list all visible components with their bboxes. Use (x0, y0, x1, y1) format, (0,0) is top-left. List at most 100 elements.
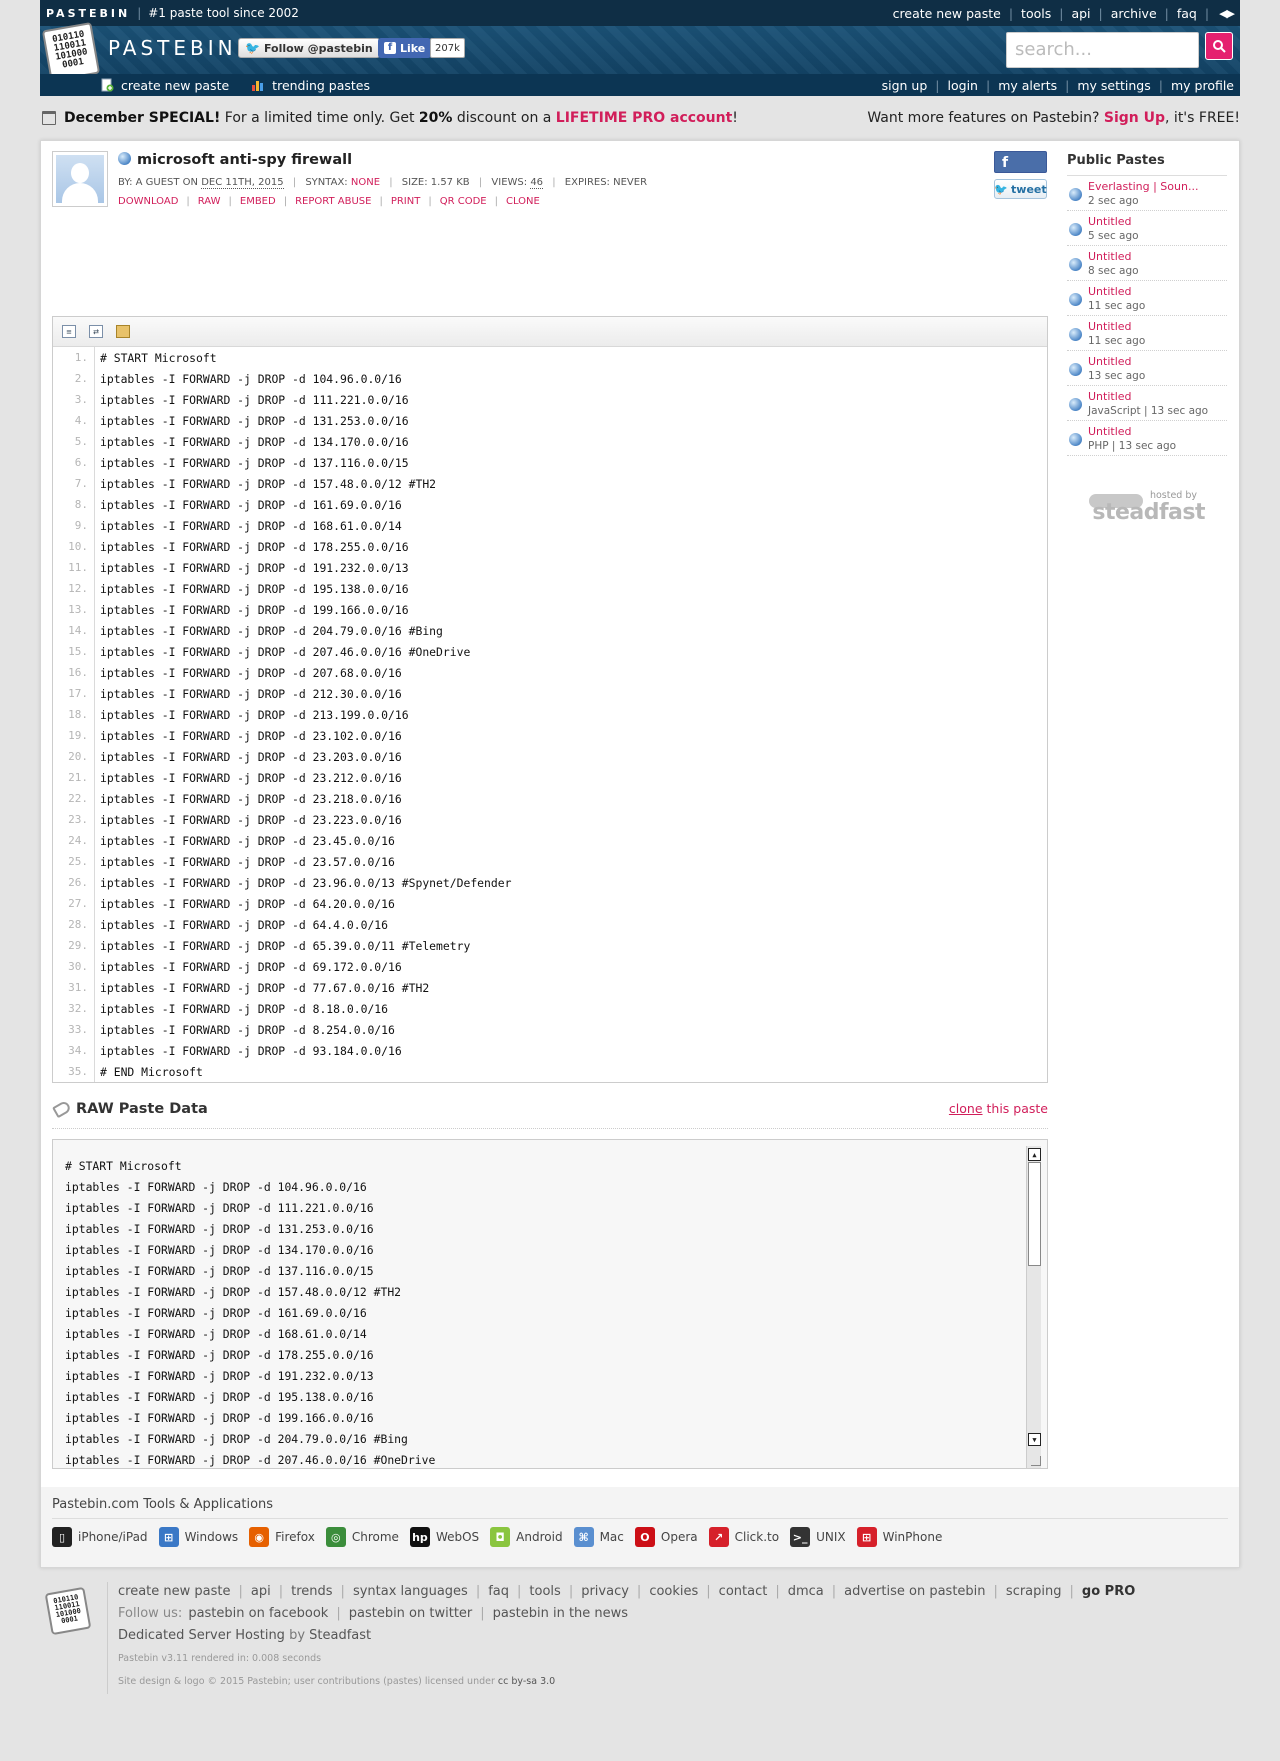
user-link-my-profile[interactable]: my profile (1171, 78, 1234, 93)
public-paste-item[interactable]: Everlasting | Soun... 2 sec ago (1067, 176, 1227, 211)
like-count: 207k (430, 38, 465, 58)
public-paste-title[interactable]: Untitled (1088, 425, 1176, 439)
pastebin-logo[interactable]: 010110 110011 101000 0001 (41, 22, 101, 82)
action-report-abuse[interactable]: REPORT ABUSE (295, 196, 371, 207)
footer-link-advertise-on-pastebin[interactable]: advertise on pastebin (844, 1584, 985, 1599)
tool-opera[interactable]: O Opera (634, 1527, 698, 1547)
separator: | (517, 1584, 522, 1599)
footer-logo[interactable]: 010110 110011 101000 0001 (44, 1586, 92, 1636)
lifetime-pro-link[interactable]: LIFETIME PRO account (556, 110, 733, 126)
topbar-link-create-new-paste[interactable]: create new paste (893, 6, 1001, 21)
follow-link-2[interactable]: pastebin in the news (493, 1606, 628, 1621)
tool-android[interactable]: ◘ Android (490, 1527, 563, 1547)
action-qr-code[interactable]: QR CODE (440, 196, 487, 207)
follow-link-1[interactable]: pastebin on twitter (349, 1606, 473, 1621)
tweet-button[interactable]: 🐦 tweet (994, 179, 1047, 199)
steadfast-link[interactable]: Steadfast (309, 1628, 371, 1643)
resize-grip-icon[interactable] (1031, 1456, 1041, 1466)
tool-firefox[interactable]: ◉ Firefox (249, 1527, 315, 1547)
license-link[interactable]: cc by-sa 3.0 (498, 1676, 555, 1687)
public-paste-item[interactable]: Untitled 5 sec ago (1067, 211, 1227, 246)
action-download[interactable]: DOWNLOAD (118, 196, 178, 207)
public-paste-item[interactable]: Untitled 8 sec ago (1067, 246, 1227, 281)
raw-scrollbar[interactable]: ▲ ▼ (1026, 1146, 1041, 1468)
footer-link-syntax-languages[interactable]: syntax languages (353, 1584, 468, 1599)
action-raw[interactable]: RAW (198, 196, 221, 207)
create-new-paste-link[interactable]: create new paste (100, 78, 229, 93)
scroll-thumb[interactable] (1028, 1162, 1041, 1266)
footer-link-scraping[interactable]: scraping (1006, 1584, 1062, 1599)
public-paste-item[interactable]: Untitled 11 sec ago (1067, 316, 1227, 351)
action-print[interactable]: PRINT (391, 196, 421, 207)
footer-link-contact[interactable]: contact (719, 1584, 768, 1599)
line-number: 24. (53, 830, 95, 851)
follow-link-0[interactable]: pastebin on facebook (188, 1606, 328, 1621)
user-link-login[interactable]: login (948, 78, 978, 93)
public-paste-title[interactable]: Untitled (1088, 390, 1208, 404)
steadfast-logo[interactable]: hosted by steadfast (1067, 490, 1227, 530)
scroll-up-icon[interactable]: ▲ (1028, 1148, 1041, 1161)
line-text: iptables -I FORWARD -j DROP -d 69.172.0.… (100, 959, 402, 974)
public-paste-title[interactable]: Untitled (1088, 285, 1145, 299)
tool-windows[interactable]: ⊞ Windows (158, 1527, 238, 1547)
trending-pastes-link[interactable]: trending pastes (251, 78, 370, 93)
topbar-link-tools[interactable]: tools (1021, 6, 1051, 21)
wrap-toggle-icon[interactable]: ⇄ (89, 325, 103, 338)
public-paste-item[interactable]: Untitled PHP | 13 sec ago (1067, 421, 1227, 456)
clickto-icon: ↗ (708, 1527, 729, 1547)
line-numbers-toggle-icon[interactable]: ≡ (62, 325, 76, 338)
action-embed[interactable]: EMBED (240, 196, 276, 207)
topbar-link-archive[interactable]: archive (1111, 6, 1157, 21)
tool-iphone-ipad[interactable]: ▯ iPhone/iPad (52, 1527, 148, 1547)
tool-winphone[interactable]: ⊞ WinPhone (856, 1527, 942, 1547)
code-line: 3. iptables -I FORWARD -j DROP -d 111.221… (53, 389, 1047, 410)
public-paste-title[interactable]: Untitled (1088, 215, 1139, 229)
topbar-link-api[interactable]: api (1071, 6, 1090, 21)
logo-text[interactable]: PASTEBIN (108, 36, 237, 60)
footer-link-faq[interactable]: faq (488, 1584, 509, 1599)
topbar-link-faq[interactable]: faq (1177, 6, 1197, 21)
public-paste-title[interactable]: Untitled (1088, 355, 1145, 369)
scroll-down-icon[interactable]: ▼ (1028, 1433, 1041, 1446)
promo-signup-link[interactable]: Sign Up (1104, 110, 1165, 126)
clipboard-icon[interactable] (116, 325, 130, 338)
public-paste-item[interactable]: Untitled JavaScript | 13 sec ago (1067, 386, 1227, 421)
separator: | (336, 1606, 341, 1621)
line-number: 14. (53, 620, 95, 641)
footer-link-trends[interactable]: trends (291, 1584, 332, 1599)
footer-link-api[interactable]: api (251, 1584, 271, 1599)
user-link-my-alerts[interactable]: my alerts (998, 78, 1057, 93)
footer-link-create-new-paste[interactable]: create new paste (118, 1584, 231, 1599)
user-link-my-settings[interactable]: my settings (1077, 78, 1150, 93)
tool-mac[interactable]: ⌘ Mac (573, 1527, 624, 1547)
footer-link-privacy[interactable]: privacy (581, 1584, 629, 1599)
facebook-like-button[interactable]: f Like (378, 38, 432, 58)
user-link-sign-up[interactable]: sign up (882, 78, 928, 93)
collapse-arrows-icon[interactable]: ◀▶ (1219, 7, 1235, 20)
syntax-link[interactable]: NONE (351, 177, 380, 188)
dedicated-hosting-link[interactable]: Dedicated Server Hosting (118, 1628, 285, 1643)
footer-link-tools[interactable]: tools (529, 1584, 560, 1599)
tool-chrome[interactable]: ◎ Chrome (325, 1527, 399, 1547)
facebook-share-button[interactable]: f (994, 151, 1047, 173)
footer-link-dmca[interactable]: dmca (788, 1584, 824, 1599)
public-paste-title[interactable]: Everlasting | Soun... (1088, 180, 1198, 194)
public-paste-title[interactable]: Untitled (1088, 250, 1139, 264)
raw-paste-textarea[interactable]: # START Microsoft iptables -I FORWARD -j … (52, 1139, 1048, 1469)
action-clone[interactable]: CLONE (506, 196, 540, 207)
code-line: 22. iptables -I FORWARD -j DROP -d 23.218… (53, 788, 1047, 809)
tool-webos[interactable]: hp WebOS (409, 1527, 479, 1547)
go-pro-link[interactable]: go PRO (1082, 1584, 1135, 1599)
public-paste-title[interactable]: Untitled (1088, 320, 1145, 334)
topbar-brand[interactable]: PASTEBIN (46, 7, 130, 20)
twitter-follow-button[interactable]: 🐦 Follow @pastebin (238, 38, 380, 58)
public-paste-item[interactable]: Untitled 11 sec ago (1067, 281, 1227, 316)
search-input[interactable]: search... (1006, 32, 1199, 68)
tool-click-to[interactable]: ↗ Click.to (708, 1527, 779, 1547)
footer-link-cookies[interactable]: cookies (649, 1584, 698, 1599)
tool-unix[interactable]: >_ UNIX (790, 1527, 846, 1547)
clone-link[interactable]: clone (949, 1101, 983, 1116)
avatar[interactable] (52, 151, 108, 207)
search-button[interactable] (1205, 32, 1233, 60)
public-paste-item[interactable]: Untitled 13 sec ago (1067, 351, 1227, 386)
